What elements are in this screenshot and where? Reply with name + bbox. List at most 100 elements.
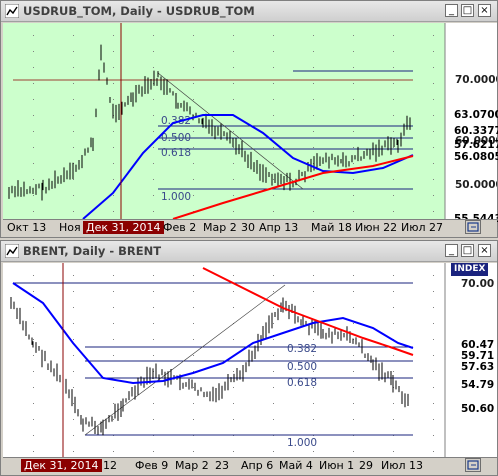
grid-dot <box>393 307 394 308</box>
grid-dot <box>113 195 114 196</box>
chart-shift-button[interactable] <box>465 458 481 472</box>
grid-dot <box>353 179 354 180</box>
grid-dot <box>153 451 154 452</box>
grid-dot <box>153 291 154 292</box>
time-label: Апр 6 <box>241 459 274 472</box>
grid-dot <box>393 179 394 180</box>
fib-label-0382: 0.382 <box>161 115 191 127</box>
grid-dot <box>73 67 74 68</box>
grid-dot <box>113 371 114 372</box>
grid-dot <box>233 419 234 420</box>
grid-dot <box>153 339 154 340</box>
grid-dot <box>33 307 34 308</box>
chart-shift-button[interactable] <box>465 220 481 234</box>
grid-dot <box>193 275 194 276</box>
brent-title-bar[interactable]: BRENT, Daily - BRENT _ □ × <box>1 241 497 262</box>
grid-dot <box>113 307 114 308</box>
grid-dot <box>273 355 274 356</box>
grid-dot <box>73 51 74 52</box>
grid-dot <box>273 419 274 420</box>
usdrub-plot-area[interactable]: 0.382 0.500 0.618 1.000 70.0000 60.0000 … <box>3 23 498 225</box>
grid-dot <box>433 403 434 404</box>
grid-dot <box>313 307 314 308</box>
usdrub-time-axis: Окт 13 Ноя Дек 31, 2014 Фев 2 Мар 2 30 А… <box>3 219 497 236</box>
time-label: Май 18 <box>311 221 352 234</box>
grid-dot <box>393 131 394 132</box>
grid-dot <box>113 275 114 276</box>
grid-dot <box>353 419 354 420</box>
price-axis-label: 70.0000 <box>455 74 497 86</box>
grid-dot <box>33 403 34 404</box>
chart-window-icon <box>5 244 19 258</box>
grid-dot <box>33 147 34 148</box>
grid-dot <box>233 339 234 340</box>
grid-dot <box>353 307 354 308</box>
restore-button[interactable]: □ <box>461 4 474 17</box>
grid-dot <box>433 67 434 68</box>
grid-dot <box>393 355 394 356</box>
grid-dot <box>153 179 154 180</box>
time-label: Май 4 <box>279 459 313 472</box>
grid-dot <box>113 403 114 404</box>
grid-dot <box>33 275 34 276</box>
fib-label-0500: 0.500 <box>287 361 317 373</box>
grid-dot <box>193 403 194 404</box>
grid-dot <box>153 275 154 276</box>
grid-dot <box>393 35 394 36</box>
grid-dot <box>193 339 194 340</box>
time-label: Апр 13 <box>259 221 299 234</box>
grid-dot <box>273 451 274 452</box>
minimize-button[interactable]: _ <box>445 4 458 17</box>
close-button[interactable]: × <box>478 4 491 17</box>
grid-dot <box>193 83 194 84</box>
grid-dot <box>313 419 314 420</box>
price-tag: 63.0700 <box>454 109 498 121</box>
grid-dot <box>353 67 354 68</box>
grid-dot <box>273 147 274 148</box>
grid-dot <box>73 371 74 372</box>
time-label-highlight: Дек 31, 2014 <box>83 221 164 234</box>
grid-dot <box>273 115 274 116</box>
grid-dot <box>433 99 434 100</box>
grid-dot <box>353 451 354 452</box>
grid-dot <box>433 147 434 148</box>
grid-dot <box>433 163 434 164</box>
restore-button[interactable]: □ <box>461 244 474 257</box>
grid-dot <box>193 419 194 420</box>
price-tag: 60.3377 <box>454 125 498 137</box>
grid-dot <box>153 195 154 196</box>
grid-dot <box>193 451 194 452</box>
grid-dot <box>33 339 34 340</box>
brent-plot-area[interactable]: 0.382 0.500 0.618 1.000 70.00 INDEX 60.4… <box>3 263 497 457</box>
usdrub-chart-window: USDRUB_TOM, Daily - USDRUB_TOM _ □ × 0.3… <box>0 0 498 238</box>
grid-dot <box>73 147 74 148</box>
grid-dot <box>273 67 274 68</box>
grid-dot <box>273 131 274 132</box>
grid-dot <box>153 211 154 212</box>
grid-dot <box>313 195 314 196</box>
minimize-button[interactable]: _ <box>445 244 458 257</box>
grid-dot <box>433 323 434 324</box>
grid-dot <box>73 83 74 84</box>
usdrub-title-bar[interactable]: USDRUB_TOM, Daily - USDRUB_TOM _ □ × <box>1 1 497 22</box>
price-tag: 56.0805 <box>454 151 498 163</box>
grid-dot <box>353 131 354 132</box>
grid-dot <box>313 67 314 68</box>
grid-dot <box>313 451 314 452</box>
grid-dot <box>153 419 154 420</box>
grid-dot <box>153 147 154 148</box>
grid-dot <box>233 371 234 372</box>
grid-dot <box>393 67 394 68</box>
grid-dot <box>113 323 114 324</box>
close-button[interactable]: × <box>478 244 491 257</box>
grid-dot <box>353 51 354 52</box>
grid-dot <box>73 307 74 308</box>
grid-dot <box>353 83 354 84</box>
usdrub-chart-svg: 0.382 0.500 0.618 1.000 70.0000 60.0000 … <box>3 23 497 219</box>
grid-dot <box>33 355 34 356</box>
grid-dot <box>393 147 394 148</box>
grid-dot <box>113 35 114 36</box>
grid-dot <box>113 163 114 164</box>
grid-dot <box>433 195 434 196</box>
grid-dot <box>113 67 114 68</box>
